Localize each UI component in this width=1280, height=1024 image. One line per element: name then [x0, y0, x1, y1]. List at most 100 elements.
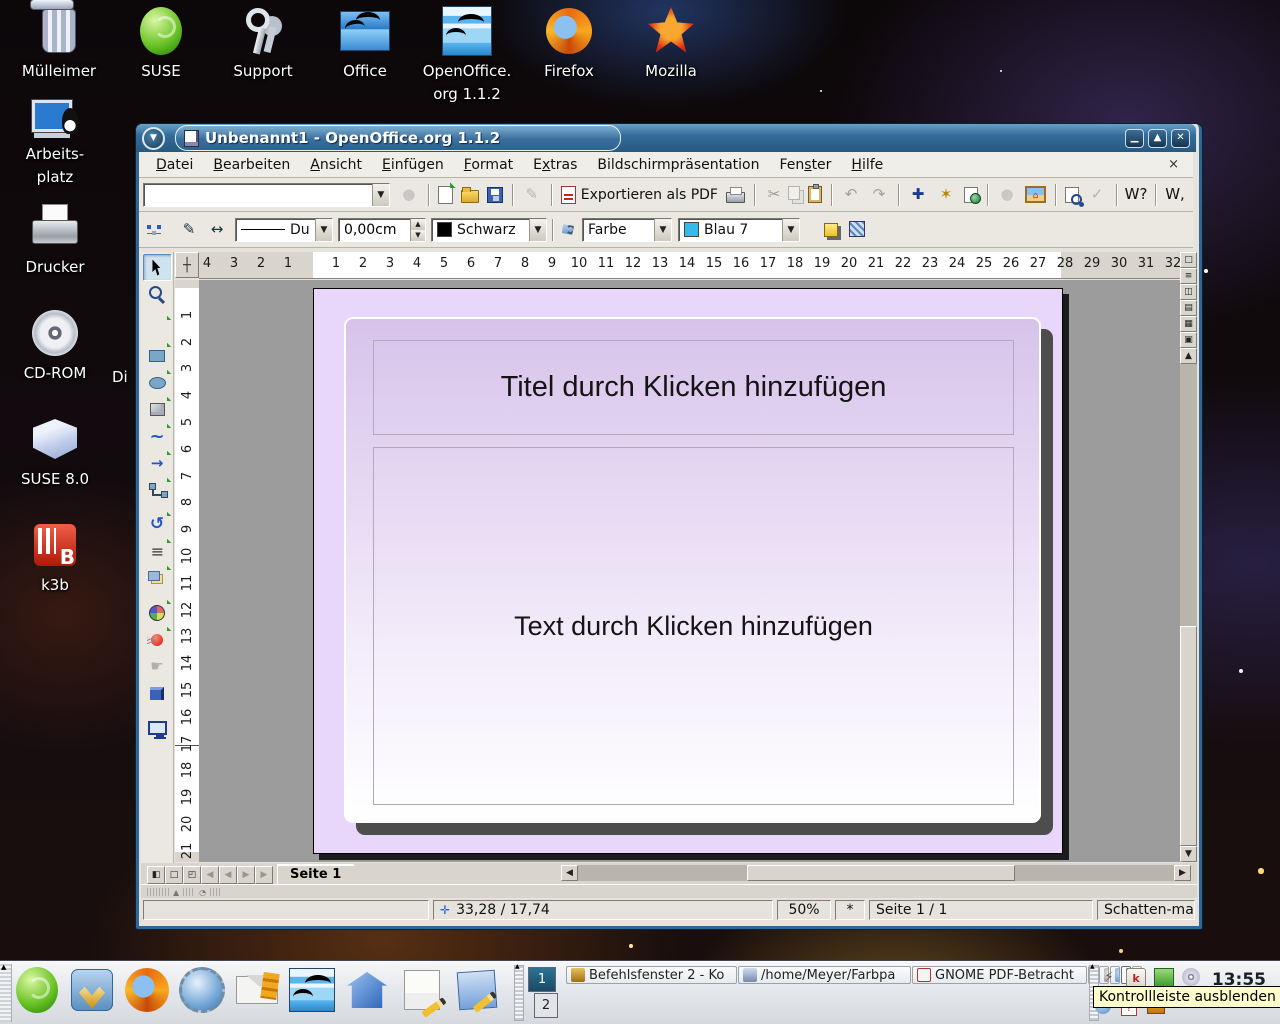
menu-ansicht[interactable]: Ansicht	[301, 155, 371, 175]
menu-bildschirmprsentation[interactable]: Bildschirmpräsentation	[588, 155, 768, 175]
window-menu-button[interactable]: ▼	[142, 127, 165, 150]
paste-icon[interactable]	[804, 183, 826, 206]
document-close-icon[interactable]: ×	[1162, 157, 1185, 172]
slides-view-button[interactable]: ◫	[1180, 284, 1197, 300]
desktop-icon-office[interactable]: Office	[314, 6, 416, 107]
slide-canvas[interactable]: Titel durch Klicken hinzufügen Text durc…	[199, 280, 1183, 862]
next-page-button[interactable]: ▶	[237, 866, 255, 884]
desktop-icon-muelleimer[interactable]: Mülleimer	[8, 6, 110, 107]
page-tab[interactable]: Seite 1	[277, 864, 367, 884]
text-tool-icon[interactable]	[143, 315, 172, 342]
arrow-ends-icon[interactable]: ↔	[203, 217, 231, 243]
scroll-left-button[interactable]: ◀	[561, 865, 578, 881]
mode-insert-button[interactable]: ◧	[147, 866, 165, 884]
interaction-icon[interactable]: ☛	[143, 653, 172, 680]
title-placeholder[interactable]: Titel durch Klicken hinzufügen	[373, 340, 1014, 435]
last-page-button[interactable]: ▶	[255, 866, 273, 884]
presentation-styles-icon[interactable]	[845, 218, 869, 240]
hscroll-thumb[interactable]	[747, 865, 1015, 881]
save-document-icon[interactable]	[483, 184, 507, 206]
cut-icon[interactable]: ✂	[760, 182, 788, 208]
record-icon[interactable]: ●	[993, 182, 1021, 208]
width-down[interactable]: ▼	[411, 230, 425, 241]
new-presentation-icon[interactable]	[434, 183, 457, 207]
status-page-style[interactable]: Schatten-magenta	[1097, 900, 1195, 920]
redo-icon[interactable]: ↷	[865, 182, 893, 208]
help-agent-w2-icon[interactable]: W,	[1161, 182, 1189, 208]
width-up[interactable]: ▲	[411, 219, 425, 230]
desktop-icon-mozilla[interactable]: Mozilla	[620, 6, 722, 107]
desktop-icon-k3b[interactable]: k3b	[10, 520, 100, 613]
prev-page-button[interactable]: ◀	[219, 866, 237, 884]
pager-desktop-2[interactable]: 2	[534, 993, 558, 1018]
titlebar[interactable]: ▼ Unbenannt1 - OpenOffice.org 1.1.2 ▁ ▲ …	[136, 124, 1196, 152]
3d-objects-icon[interactable]	[143, 396, 172, 423]
connector-tool-icon[interactable]	[143, 477, 172, 504]
horizontal-scrollbar[interactable]: ◀ ▶	[561, 863, 1191, 880]
launcher-firefox[interactable]	[124, 967, 170, 1013]
status-page[interactable]: Seite 1 / 1	[869, 900, 1093, 920]
display-tray-icon[interactable]	[1154, 968, 1174, 988]
navigator-icon[interactable]: ✚	[904, 182, 932, 208]
drawing-view-button[interactable]: □	[1180, 252, 1197, 268]
ellipse-tool-icon[interactable]	[143, 369, 172, 396]
pager-handle[interactable]	[514, 965, 524, 1021]
edit-file-icon[interactable]: ✎	[518, 182, 546, 208]
help-agent-w1-icon[interactable]: W?	[1122, 182, 1150, 208]
menu-hilfe[interactable]: Hilfe	[842, 155, 892, 175]
launcher-konqueror[interactable]	[179, 967, 225, 1013]
area-style-icon[interactable]	[558, 221, 579, 238]
desktop-icon-openoffice[interactable]: OpenOffice. org 1.1.2	[416, 6, 518, 107]
spellcheck-icon[interactable]: ✓	[1083, 182, 1111, 208]
mode-page-button[interactable]: □	[165, 866, 183, 884]
start-presentation-icon[interactable]	[143, 714, 172, 741]
panel-hide-handle[interactable]	[0, 964, 12, 1022]
minimize-button[interactable]: ▁	[1125, 129, 1144, 148]
gallery-icon[interactable]	[1021, 183, 1050, 206]
maximize-button[interactable]: ▲	[1148, 129, 1167, 148]
fill-type-combo[interactable]: Farbe ▼	[582, 218, 672, 242]
line-icon[interactable]: ✎	[175, 217, 203, 243]
undo-icon[interactable]: ↶	[837, 182, 865, 208]
menu-einfgen[interactable]: Einfügen	[373, 155, 453, 175]
line-color-arrow[interactable]: ▼	[529, 219, 546, 241]
fill-color-combo[interactable]: Blau 7 ▼	[678, 218, 800, 242]
stop-loading-icon[interactable]: ●	[395, 182, 423, 208]
task-button[interactable]: GNOME PDF-Betracht	[912, 966, 1087, 984]
desktop-icon-drucker[interactable]: Drucker	[10, 202, 100, 295]
handout-view-button[interactable]: ▦	[1180, 316, 1197, 332]
curve-tool-icon[interactable]: ~	[143, 423, 172, 450]
mode-layer-button[interactable]: ◰	[183, 866, 201, 884]
desktop-icon-suse[interactable]: SUSE	[110, 6, 212, 107]
desktop-icon-cdrom[interactable]: CD-ROM	[10, 308, 100, 401]
rotate-tool-icon[interactable]: ↺	[143, 511, 172, 538]
opt-circle-icon[interactable]: ◔	[199, 888, 206, 897]
menu-extras[interactable]: Extras	[524, 155, 586, 175]
insert-object-icon[interactable]	[143, 599, 172, 626]
task-button[interactable]: /home/Meyer/Farbpa	[738, 966, 911, 984]
task-button[interactable]: Befehlsfenster 2 - Ko	[566, 966, 737, 984]
alignment-icon[interactable]: ≡	[143, 538, 172, 565]
rectangle-tool-icon[interactable]	[143, 342, 172, 369]
url-dropdown-arrow[interactable]: ▼	[372, 184, 389, 206]
horizontal-ruler[interactable]: 4321123456789101112131415161718192021222…	[199, 252, 1183, 279]
status-position[interactable]: ✛ 33,28 / 17,74	[433, 900, 773, 920]
zoom-icon[interactable]	[1061, 184, 1083, 206]
lines-arrows-icon[interactable]: →	[143, 450, 172, 477]
edit-points-icon[interactable]	[143, 220, 165, 237]
ruler-origin[interactable]: ┼	[175, 252, 199, 278]
vertical-scrollbar[interactable]: □≡◫▤▦▣▲ ▼	[1180, 252, 1197, 862]
copy-icon[interactable]	[788, 187, 804, 203]
scroll-right-button[interactable]: ▶	[1174, 865, 1191, 881]
3d-controller-icon[interactable]	[143, 680, 172, 707]
url-combobox[interactable]: ▼	[143, 183, 390, 207]
print-icon[interactable]	[722, 183, 749, 206]
launcher-home[interactable]	[344, 967, 390, 1013]
close-button[interactable]: ✕	[1171, 129, 1190, 148]
fill-color-arrow[interactable]: ▼	[782, 219, 799, 241]
first-page-button[interactable]: ◀	[201, 866, 219, 884]
opt-triangle-icon[interactable]: ▲	[173, 888, 179, 897]
line-style-arrow[interactable]: ▼	[315, 219, 332, 241]
launcher-kmail[interactable]	[234, 967, 280, 1013]
scroll-up-button[interactable]: ▲	[1180, 348, 1197, 364]
